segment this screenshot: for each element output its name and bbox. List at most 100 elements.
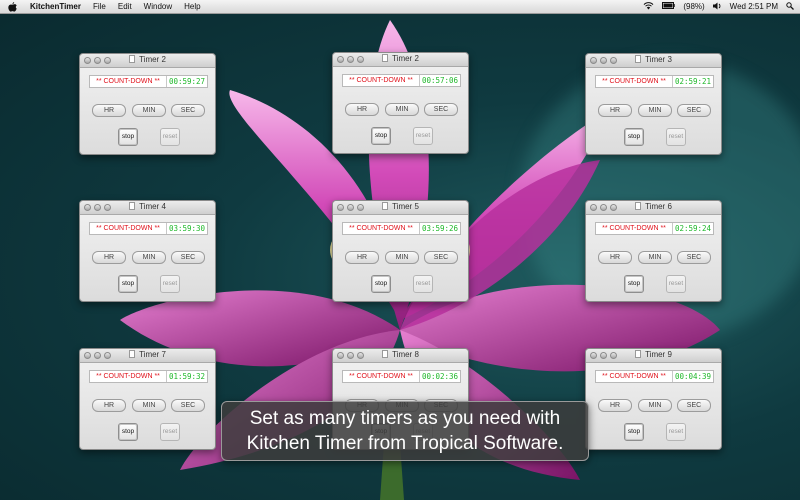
- countdown-display: ** COUNT-DOWN ** 03:59:30: [89, 222, 208, 235]
- min-button[interactable]: MIN: [385, 103, 419, 116]
- countdown-display: ** COUNT-DOWN ** 00:57:06: [342, 74, 461, 87]
- reset-button[interactable]: reset: [666, 128, 686, 146]
- hr-button[interactable]: HR: [345, 103, 379, 116]
- window-titlebar[interactable]: Timer 2: [80, 54, 215, 68]
- hr-button[interactable]: HR: [92, 104, 126, 117]
- window-title: Timer 2: [392, 54, 419, 63]
- apple-logo-icon[interactable]: [8, 0, 20, 13]
- menu-edit[interactable]: Edit: [118, 2, 132, 11]
- countdown-display: ** COUNT-DOWN ** 03:59:26: [342, 222, 461, 235]
- countdown-time: 02:59:24: [673, 223, 713, 234]
- hr-button[interactable]: HR: [598, 399, 632, 412]
- document-icon: [129, 202, 136, 210]
- countdown-time: 01:59:32: [167, 371, 207, 382]
- timer-window-4[interactable]: Timer 4 ** COUNT-DOWN ** 03:59:30 HR MIN…: [79, 200, 216, 302]
- sec-button[interactable]: SEC: [677, 251, 711, 264]
- countdown-display: ** COUNT-DOWN ** 02:59:21: [595, 75, 714, 88]
- stop-button[interactable]: stop: [371, 275, 391, 293]
- reset-button[interactable]: reset: [413, 275, 433, 293]
- timer-window-9[interactable]: Timer 9 ** COUNT-DOWN ** 00:04:39 HR MIN…: [585, 348, 722, 450]
- countdown-label: ** COUNT-DOWN **: [90, 223, 167, 234]
- window-title-wrap: Timer 7: [80, 350, 215, 359]
- volume-icon[interactable]: [712, 2, 722, 12]
- min-button[interactable]: MIN: [385, 251, 419, 264]
- countdown-label: ** COUNT-DOWN **: [596, 223, 673, 234]
- timer-window-5[interactable]: Timer 5 ** COUNT-DOWN ** 03:59:26 HR MIN…: [332, 200, 469, 302]
- sec-button[interactable]: SEC: [677, 104, 711, 117]
- countdown-time: 00:04:39: [673, 371, 713, 382]
- window-title: Timer 5: [392, 202, 419, 211]
- timer-window-3[interactable]: Timer 3 ** COUNT-DOWN ** 02:59:21 HR MIN…: [585, 53, 722, 155]
- spotlight-search-icon[interactable]: [786, 1, 794, 12]
- countdown-time: 02:59:21: [673, 76, 713, 87]
- menu-bar: KitchenTimer File Edit Window Help (98%)…: [0, 0, 800, 14]
- reset-button[interactable]: reset: [666, 275, 686, 293]
- window-titlebar[interactable]: Timer 3: [586, 54, 721, 68]
- menu-help[interactable]: Help: [184, 2, 200, 11]
- battery-percentage: (98%): [683, 2, 705, 11]
- hr-button[interactable]: HR: [598, 104, 632, 117]
- hr-button[interactable]: HR: [598, 251, 632, 264]
- reset-button[interactable]: reset: [413, 127, 433, 145]
- window-title-wrap: Timer 2: [333, 54, 468, 63]
- countdown-label: ** COUNT-DOWN **: [596, 371, 673, 382]
- countdown-display: ** COUNT-DOWN ** 00:59:27: [89, 75, 208, 88]
- reset-button[interactable]: reset: [160, 128, 180, 146]
- min-button[interactable]: MIN: [132, 399, 166, 412]
- window-title-wrap: Timer 3: [586, 55, 721, 64]
- document-icon: [635, 350, 642, 358]
- hr-button[interactable]: HR: [92, 251, 126, 264]
- stop-button[interactable]: stop: [624, 423, 644, 441]
- stop-button[interactable]: stop: [118, 275, 138, 293]
- window-titlebar[interactable]: Timer 4: [80, 201, 215, 215]
- hr-button[interactable]: HR: [92, 399, 126, 412]
- window-title: Timer 3: [645, 55, 672, 64]
- document-icon: [382, 350, 389, 358]
- hr-button[interactable]: HR: [345, 251, 379, 264]
- stop-button[interactable]: stop: [624, 128, 644, 146]
- reset-button[interactable]: reset: [666, 423, 686, 441]
- min-button[interactable]: MIN: [132, 104, 166, 117]
- sec-button[interactable]: SEC: [424, 251, 458, 264]
- stop-button[interactable]: stop: [118, 128, 138, 146]
- window-titlebar[interactable]: Timer 9: [586, 349, 721, 363]
- min-button[interactable]: MIN: [638, 104, 672, 117]
- reset-button[interactable]: reset: [160, 275, 180, 293]
- stop-button[interactable]: stop: [624, 275, 644, 293]
- sec-button[interactable]: SEC: [677, 399, 711, 412]
- stop-button[interactable]: stop: [371, 127, 391, 145]
- sec-button[interactable]: SEC: [171, 251, 205, 264]
- window-title-wrap: Timer 9: [586, 350, 721, 359]
- sec-button[interactable]: SEC: [171, 104, 205, 117]
- countdown-time: 00:59:27: [167, 76, 207, 87]
- promo-caption: Set as many timers as you need with Kitc…: [221, 401, 589, 461]
- window-titlebar[interactable]: Timer 6: [586, 201, 721, 215]
- min-button[interactable]: MIN: [638, 399, 672, 412]
- window-titlebar[interactable]: Timer 5: [333, 201, 468, 215]
- stop-button[interactable]: stop: [118, 423, 138, 441]
- window-title: Timer 7: [139, 350, 166, 359]
- document-icon: [129, 55, 136, 63]
- sec-button[interactable]: SEC: [424, 103, 458, 116]
- min-button[interactable]: MIN: [132, 251, 166, 264]
- timer-window-1[interactable]: Timer 2 ** COUNT-DOWN ** 00:59:27 HR MIN…: [79, 53, 216, 155]
- window-titlebar[interactable]: Timer 2: [333, 53, 468, 67]
- battery-icon[interactable]: [662, 2, 676, 11]
- menu-file[interactable]: File: [93, 2, 106, 11]
- sec-button[interactable]: SEC: [171, 399, 205, 412]
- wifi-icon[interactable]: [643, 1, 654, 12]
- countdown-label: ** COUNT-DOWN **: [343, 223, 420, 234]
- window-titlebar[interactable]: Timer 7: [80, 349, 215, 363]
- countdown-display: ** COUNT-DOWN ** 01:59:32: [89, 370, 208, 383]
- reset-button[interactable]: reset: [160, 423, 180, 441]
- menu-clock[interactable]: Wed 2:51 PM: [730, 2, 778, 11]
- menu-window[interactable]: Window: [144, 2, 172, 11]
- window-titlebar[interactable]: Timer 8: [333, 349, 468, 363]
- timer-window-6[interactable]: Timer 6 ** COUNT-DOWN ** 02:59:24 HR MIN…: [585, 200, 722, 302]
- window-title-wrap: Timer 4: [80, 202, 215, 211]
- countdown-time: 00:57:06: [420, 75, 460, 86]
- timer-window-7[interactable]: Timer 7 ** COUNT-DOWN ** 01:59:32 HR MIN…: [79, 348, 216, 450]
- timer-window-2[interactable]: Timer 2 ** COUNT-DOWN ** 00:57:06 HR MIN…: [332, 52, 469, 154]
- min-button[interactable]: MIN: [638, 251, 672, 264]
- menu-app-name[interactable]: KitchenTimer: [30, 2, 81, 11]
